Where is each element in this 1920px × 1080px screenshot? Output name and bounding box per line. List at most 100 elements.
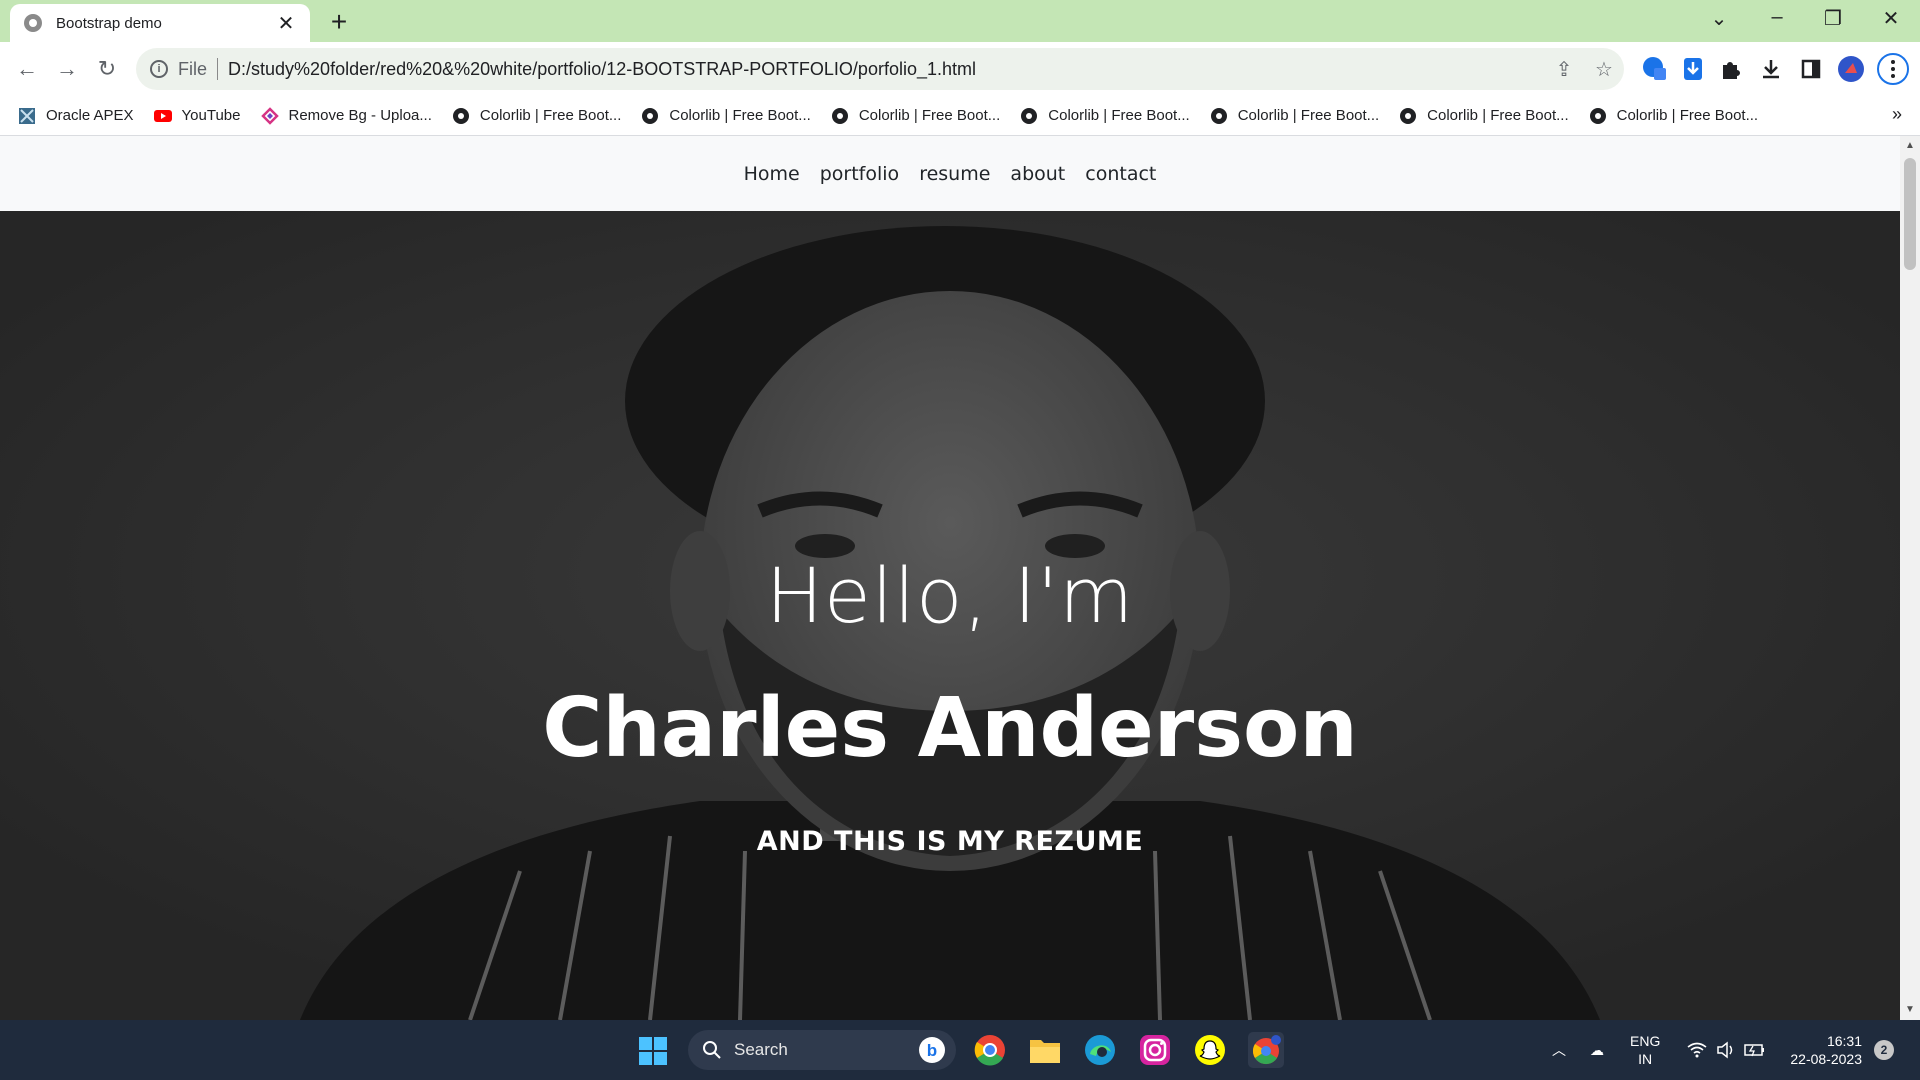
language-code: ENG bbox=[1630, 1033, 1661, 1049]
extensions-puzzle-icon[interactable] bbox=[1714, 52, 1748, 86]
close-window-icon[interactable]: ✕ bbox=[1876, 6, 1906, 31]
tab-title: Bootstrap demo bbox=[56, 14, 162, 32]
colorlib-icon bbox=[1210, 107, 1227, 124]
svg-text:b: b bbox=[927, 1041, 937, 1060]
colorlib-icon bbox=[1400, 107, 1417, 124]
bookmark-item[interactable]: Colorlib | Free Boot... bbox=[641, 107, 811, 125]
back-arrow-icon[interactable]: ← bbox=[12, 54, 42, 84]
hero-greeting: Hello, I'm bbox=[765, 551, 1135, 640]
taskbar-search[interactable]: Search b bbox=[688, 1030, 956, 1070]
bookmark-item[interactable]: Colorlib | Free Boot... bbox=[452, 107, 621, 125]
scroll-down-arrow-icon[interactable]: ▼ bbox=[1900, 1000, 1920, 1020]
share-icon[interactable]: ⇪ bbox=[1544, 57, 1584, 82]
bookmark-label: Colorlib | Free Boot... bbox=[1616, 107, 1759, 124]
bookmark-label: Colorlib | Free Boot... bbox=[1048, 107, 1190, 124]
hero-section: Hello, I'm Charles Anderson AND THIS IS … bbox=[0, 211, 1900, 1020]
nav-link-resume[interactable]: resume bbox=[919, 163, 990, 185]
browser-tab[interactable]: Bootstrap demo ✕ bbox=[10, 4, 310, 42]
bookmark-item[interactable]: Colorlib | Free Boot... bbox=[1020, 107, 1190, 125]
colorlib-icon bbox=[642, 107, 659, 124]
colorlib-icon bbox=[452, 107, 469, 124]
windows-start-icon[interactable] bbox=[638, 1036, 668, 1066]
tab-search-icon[interactable]: ⌄ bbox=[1704, 6, 1734, 31]
profile-avatar-icon[interactable] bbox=[1834, 52, 1868, 86]
bookmark-item[interactable]: Colorlib | Free Boot... bbox=[1210, 107, 1379, 125]
bookmark-label: Colorlib | Free Boot... bbox=[1427, 107, 1569, 124]
side-panel-icon[interactable] bbox=[1794, 52, 1828, 86]
bookmark-item[interactable]: Colorlib | Free Boot... bbox=[831, 107, 1000, 125]
clock-time: 16:31 bbox=[1826, 1033, 1862, 1049]
info-icon[interactable]: i bbox=[150, 60, 168, 78]
bookmark-label: Remove Bg - Uploa... bbox=[288, 107, 432, 124]
snapchat-icon[interactable] bbox=[1192, 1032, 1228, 1068]
onedrive-icon[interactable]: ☁ bbox=[1590, 1020, 1604, 1080]
page-viewport: Home portfolio resume about contact Hell… bbox=[0, 136, 1900, 1020]
downloads-icon[interactable] bbox=[1754, 52, 1788, 86]
extension-download-icon[interactable] bbox=[1676, 52, 1710, 86]
windows-taskbar: Search b ︿ ☁ ENG IN 16:31 22-08-2023 2 bbox=[0, 1020, 1920, 1080]
clock-date: 22-08-2023 bbox=[1790, 1051, 1862, 1067]
bookmark-label: Oracle APEX bbox=[46, 107, 134, 124]
bookmark-item[interactable]: Oracle APEX bbox=[18, 107, 134, 125]
instagram-icon[interactable] bbox=[1137, 1032, 1173, 1068]
globe-icon bbox=[24, 14, 42, 32]
file-explorer-icon[interactable] bbox=[1027, 1032, 1063, 1068]
bookmark-label: Colorlib | Free Boot... bbox=[1237, 107, 1380, 124]
bookmark-item[interactable]: Colorlib | Free Boot... bbox=[1589, 107, 1758, 125]
bookmarks-bar: Oracle APEX YouTube Remove Bg - Uploa...… bbox=[0, 96, 1920, 136]
colorlib-icon bbox=[1589, 107, 1606, 124]
youtube-icon bbox=[153, 109, 172, 122]
volume-icon[interactable] bbox=[1716, 1020, 1736, 1080]
bookmark-label: Colorlib | Free Boot... bbox=[479, 107, 622, 124]
remove-bg-icon bbox=[260, 106, 279, 125]
page-scrollbar[interactable]: ▲ ▼ bbox=[1900, 136, 1920, 1020]
colorlib-icon bbox=[831, 107, 848, 124]
bookmark-label: Colorlib | Free Boot... bbox=[858, 107, 1001, 124]
oracle-apex-icon bbox=[19, 107, 35, 124]
site-navbar: Home portfolio resume about contact bbox=[0, 136, 1900, 211]
battery-icon[interactable] bbox=[1744, 1020, 1766, 1080]
browser-tabstrip: Bootstrap demo ✕ + ⌄ – ❐ ✕ bbox=[0, 0, 1920, 42]
bookmark-item[interactable]: Colorlib | Free Boot... bbox=[1399, 107, 1569, 125]
extension-translate-icon[interactable] bbox=[1638, 52, 1672, 86]
url-text[interactable]: D:/study%20folder/red%20&%20white/portfo… bbox=[228, 59, 1544, 80]
hero-tagline: AND THIS IS MY REZUME bbox=[756, 826, 1144, 857]
bookmark-item[interactable]: YouTube bbox=[153, 107, 241, 125]
nav-link-contact[interactable]: contact bbox=[1085, 163, 1156, 185]
bookmark-star-icon[interactable]: ☆ bbox=[1584, 57, 1624, 82]
restore-icon[interactable]: ❐ bbox=[1818, 6, 1848, 31]
notification-badge[interactable]: 2 bbox=[1874, 1040, 1894, 1060]
more-bookmarks-icon[interactable]: » bbox=[1892, 104, 1902, 125]
file-label: File bbox=[178, 58, 208, 79]
search-label: Search bbox=[734, 1040, 788, 1059]
bookmark-label: Colorlib | Free Boot... bbox=[669, 107, 811, 124]
bookmark-item[interactable]: Remove Bg - Uploa... bbox=[260, 106, 432, 125]
wifi-icon[interactable] bbox=[1687, 1020, 1707, 1080]
region-code: IN bbox=[1638, 1051, 1653, 1067]
forward-arrow-icon[interactable]: → bbox=[52, 54, 82, 84]
separator bbox=[217, 58, 219, 80]
menu-kebab-icon[interactable] bbox=[1876, 52, 1910, 86]
scroll-up-arrow-icon[interactable]: ▲ bbox=[1900, 136, 1920, 156]
nav-link-home[interactable]: Home bbox=[744, 163, 800, 185]
search-icon bbox=[703, 1041, 721, 1059]
chrome-profile-icon[interactable] bbox=[1248, 1032, 1284, 1068]
scroll-thumb[interactable] bbox=[1904, 158, 1916, 270]
bookmark-label: YouTube bbox=[181, 107, 241, 124]
nav-link-portfolio[interactable]: portfolio bbox=[820, 163, 899, 185]
nav-link-about[interactable]: about bbox=[1010, 163, 1065, 185]
browser-toolbar: ← → ↻ i File D:/study%20folder/red%20&%2… bbox=[0, 42, 1920, 96]
taskbar-clock[interactable]: 16:31 22-08-2023 bbox=[1782, 1032, 1862, 1068]
chrome-icon[interactable] bbox=[972, 1032, 1008, 1068]
close-tab-icon[interactable]: ✕ bbox=[276, 11, 296, 36]
colorlib-icon bbox=[1021, 107, 1038, 124]
show-hidden-icons[interactable]: ︿ bbox=[1552, 1020, 1566, 1080]
hero-name: Charles Anderson bbox=[542, 681, 1358, 776]
new-tab-button[interactable]: + bbox=[324, 6, 354, 38]
bing-icon: b bbox=[919, 1037, 945, 1063]
edge-icon[interactable] bbox=[1082, 1032, 1118, 1068]
address-bar[interactable]: i File D:/study%20folder/red%20&%20white… bbox=[136, 48, 1624, 90]
minimize-icon[interactable]: – bbox=[1762, 6, 1792, 29]
reload-icon[interactable]: ↻ bbox=[92, 54, 122, 84]
input-language[interactable]: ENG IN bbox=[1630, 1032, 1660, 1068]
